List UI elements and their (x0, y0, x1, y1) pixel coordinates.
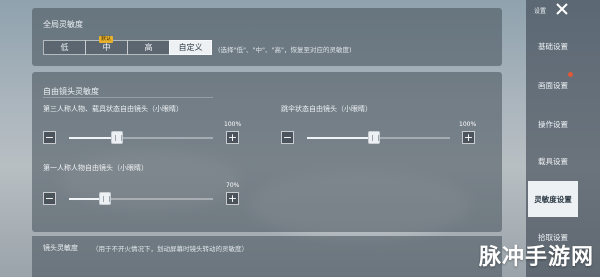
slider-thumb[interactable] (368, 131, 381, 144)
camera-sensitivity-title: 镜头灵敏度 (43, 244, 78, 252)
sidebar-item-controls[interactable]: 操作设置 (528, 106, 578, 142)
decrease-button[interactable]: − (281, 131, 294, 144)
camera-sensitivity-hint: （用于不开火情况下，划动屏幕时镜头转动的灵敏度） (92, 245, 248, 253)
third-person-free-look-value: 100% (224, 121, 242, 128)
sidebar-item-basic[interactable]: 基础设置 (528, 28, 578, 64)
free-look-panel (32, 72, 502, 232)
slider-track[interactable] (69, 131, 213, 144)
decrease-button[interactable]: − (43, 131, 56, 144)
first-person-free-look-label: 第一人称人物自由镜头（小眼睛） (43, 164, 148, 172)
increase-button[interactable]: + (226, 192, 239, 205)
notification-dot (568, 72, 573, 77)
slider-track[interactable] (69, 192, 213, 205)
increase-button[interactable]: + (226, 131, 239, 144)
preset-custom-label: 自定义 (178, 43, 203, 52)
preset-medium-label: 中 (102, 43, 111, 52)
increase-button[interactable]: + (462, 131, 475, 144)
section-divider (43, 97, 213, 98)
sidebar-item-label: 灵敏度设置 (534, 194, 572, 204)
parachute-free-look-slider: − + (281, 131, 477, 145)
slider-fill (69, 137, 117, 139)
preset-hint: (选择"低"、"中"、"高"，恢复至对应的灵敏度) (218, 46, 352, 54)
preset-high-button[interactable]: 高 (127, 40, 170, 55)
site-watermark: 脉冲手游网 (478, 245, 594, 270)
first-person-free-look-value: 70% (226, 182, 240, 189)
sidebar-item-label: 基础设置 (538, 41, 568, 51)
first-person-free-look-slider: − + (43, 192, 241, 206)
sidebar-item-label: 载具设置 (538, 156, 568, 166)
settings-sidebar: 设置 基础设置 画面设置 操作设置 载具设置 灵敏度设置 拾取设置 (526, 0, 600, 277)
sidebar-item-label: 画面设置 (538, 80, 568, 90)
parachute-free-look-value: 100% (459, 121, 477, 128)
sensitivity-preset-selector: 低 默认 中 高 自定义 (43, 36, 212, 55)
sidebar-item-vehicle[interactable]: 载具设置 (528, 143, 578, 179)
slider-fill (307, 137, 375, 139)
recommended-tag: 默认 (99, 36, 114, 43)
slider-thumb[interactable] (99, 192, 111, 205)
third-person-free-look-slider: − + (43, 131, 241, 145)
free-look-title: 自由镜头灵敏度 (43, 87, 99, 96)
preset-low-label: 低 (60, 43, 69, 52)
sidebar-item-label: 操作设置 (538, 119, 568, 129)
sidebar-header: 设置 (534, 8, 547, 15)
preset-low-button[interactable]: 低 (43, 40, 86, 55)
sidebar-item-sensitivity[interactable]: 灵敏度设置 (528, 181, 578, 217)
preset-medium-button[interactable]: 默认 中 (85, 36, 128, 55)
decrease-button[interactable]: − (43, 192, 56, 205)
preset-high-label: 高 (144, 43, 153, 52)
close-icon[interactable] (554, 1, 570, 17)
slider-thumb[interactable] (110, 131, 123, 144)
global-sensitivity-title: 全局灵敏度 (43, 20, 83, 29)
third-person-free-look-label: 第三人称人物、载具状态自由镜头（小眼睛） (43, 105, 183, 113)
slider-track[interactable] (307, 131, 450, 144)
preset-custom-button[interactable]: 自定义 (169, 40, 212, 55)
parachute-free-look-label: 跳伞状态自由镜头（小眼睛） (281, 105, 372, 113)
